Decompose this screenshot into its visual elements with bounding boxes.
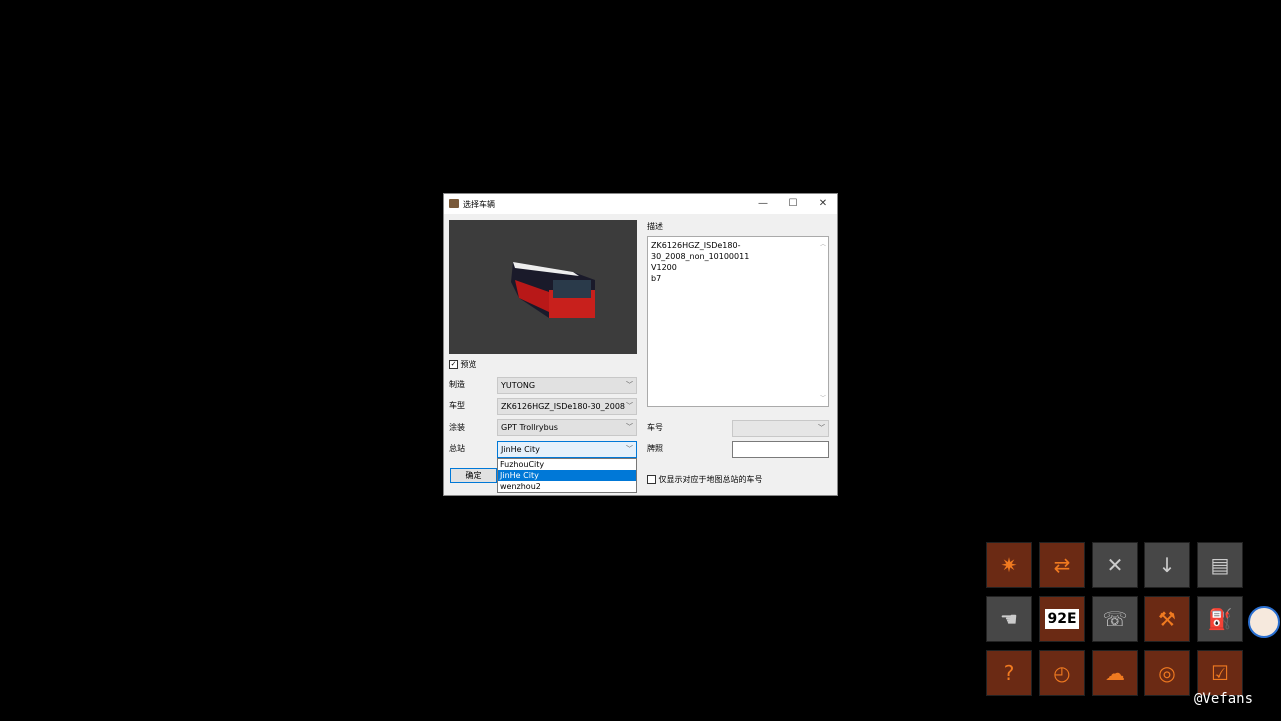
chevron-down-icon: ﹀ bbox=[626, 381, 633, 389]
app-icon bbox=[449, 199, 459, 208]
depot-option[interactable]: FuzhouCity bbox=[498, 459, 636, 470]
bus-download-icon-glyph: ↓ bbox=[1158, 553, 1176, 577]
livery-value: GPT Trollrybus bbox=[501, 423, 558, 432]
depot-select[interactable]: JinHe City ﹀ bbox=[497, 441, 637, 458]
model-select[interactable]: ZK6126HGZ_ISDe180-30_2008 ﹀ bbox=[497, 398, 637, 415]
bus-light-icon-glyph: ✷ bbox=[1000, 553, 1018, 577]
description-label: 描述 bbox=[647, 222, 663, 231]
description-line: ZK6126HGZ_ISDe180- bbox=[651, 241, 741, 250]
bus-cpu-icon[interactable]: ▤ bbox=[1197, 542, 1243, 588]
checkbox-checked-icon[interactable]: ✓ bbox=[449, 360, 458, 369]
help-arrow-icon-glyph: ? bbox=[1003, 661, 1015, 685]
bus-remove-icon-glyph: ✕ bbox=[1106, 553, 1124, 577]
bus-number-label: 车号 bbox=[647, 423, 663, 432]
depot-dropdown-list: FuzhouCity JinHe City wenzhou2 bbox=[497, 458, 637, 493]
driver-seat-icon[interactable]: ◎ bbox=[1144, 650, 1190, 696]
fuel-pump-icon-glyph: ⛽ bbox=[1207, 607, 1233, 631]
repair-tools-icon[interactable]: ⚒ bbox=[1144, 596, 1190, 642]
driver-seat-icon-glyph: ◎ bbox=[1158, 661, 1176, 685]
bus-remove-icon[interactable]: ✕ bbox=[1092, 542, 1138, 588]
close-button[interactable]: ✕ bbox=[808, 196, 838, 212]
maximize-button[interactable]: ☐ bbox=[778, 196, 808, 212]
weather-icon[interactable]: ☁ bbox=[1092, 650, 1138, 696]
plate-input[interactable] bbox=[732, 441, 829, 458]
weather-icon-glyph: ☁ bbox=[1105, 661, 1125, 685]
route-sign-icon[interactable]: 92E bbox=[1039, 596, 1085, 642]
preview-label: 预览 bbox=[460, 360, 477, 369]
clock-icon[interactable]: ◴ bbox=[1039, 650, 1085, 696]
repair-tools-icon-glyph: ⚒ bbox=[1158, 607, 1176, 631]
depot-option-selected[interactable]: JinHe City bbox=[498, 470, 636, 481]
select-vehicle-dialog: 选择车辆 — ☐ ✕ ✓ 预览 制造 YUTONG ﹀ 车型 ZK6126HGZ_… bbox=[443, 193, 838, 496]
plate-label: 牌照 bbox=[647, 444, 663, 453]
bus-number-select[interactable]: ﹀ bbox=[732, 420, 829, 437]
description-line: 30_2008_non_10100011 bbox=[651, 252, 750, 261]
dialog-title: 选择车辆 bbox=[463, 200, 495, 209]
route-sign-icon-glyph: 92E bbox=[1045, 609, 1079, 629]
manufacturer-label: 制造 bbox=[449, 380, 465, 389]
bus-light-icon[interactable]: ✷ bbox=[986, 542, 1032, 588]
bus-swap-icon-glyph: ⇄ bbox=[1053, 553, 1071, 577]
manufacturer-value: YUTONG bbox=[501, 381, 536, 390]
bus-cpu-icon-glyph: ▤ bbox=[1210, 553, 1230, 577]
avatar[interactable] bbox=[1248, 606, 1280, 638]
bus-swap-icon[interactable]: ⇄ bbox=[1039, 542, 1085, 588]
preview-checkbox[interactable]: ✓ 预览 bbox=[449, 359, 477, 370]
touch-panel-icon-glyph: ☚ bbox=[1000, 607, 1018, 631]
vehicle-preview bbox=[449, 220, 637, 354]
checklist-icon[interactable]: ☑ bbox=[1197, 650, 1243, 696]
model-label: 车型 bbox=[449, 401, 465, 410]
bus-image bbox=[511, 262, 595, 318]
description-line: V1200 bbox=[651, 263, 677, 272]
chevron-down-icon: ﹀ bbox=[626, 423, 633, 431]
scrollbar[interactable]: ︿ ﹀ bbox=[818, 237, 828, 406]
description-textarea[interactable]: ZK6126HGZ_ISDe180- 30_2008_non_10100011 … bbox=[647, 236, 829, 407]
ok-button[interactable]: 确定 bbox=[450, 468, 497, 483]
manufacturer-select[interactable]: YUTONG ﹀ bbox=[497, 377, 637, 394]
depot-option[interactable]: wenzhou2 bbox=[498, 481, 636, 492]
depot-label: 总站 bbox=[449, 444, 465, 453]
minimize-button[interactable]: — bbox=[748, 196, 778, 212]
emergency-call-icon[interactable]: ☏ bbox=[1092, 596, 1138, 642]
chevron-down-icon: ﹀ bbox=[626, 402, 633, 410]
clock-icon-glyph: ◴ bbox=[1053, 661, 1071, 685]
livery-select[interactable]: GPT Trollrybus ﹀ bbox=[497, 419, 637, 436]
fuel-pump-icon[interactable]: ⛽ bbox=[1197, 596, 1243, 642]
livery-label: 涂装 bbox=[449, 423, 465, 432]
title-bar: 选择车辆 — ☐ ✕ bbox=[444, 194, 837, 214]
filter-checkbox[interactable]: 仅显示对应于地图总站的车号 bbox=[647, 474, 763, 485]
checkbox-unchecked-icon[interactable] bbox=[647, 475, 656, 484]
bus-download-icon[interactable]: ↓ bbox=[1144, 542, 1190, 588]
chevron-down-icon: ﹀ bbox=[626, 445, 633, 453]
emergency-call-icon-glyph: ☏ bbox=[1102, 607, 1128, 631]
depot-value: JinHe City bbox=[501, 445, 540, 454]
chevron-down-icon: ﹀ bbox=[818, 424, 825, 432]
model-value: ZK6126HGZ_ISDe180-30_2008 bbox=[501, 402, 625, 411]
filter-label: 仅显示对应于地图总站的车号 bbox=[658, 475, 763, 484]
description-line: b7 bbox=[651, 274, 662, 283]
touch-panel-icon[interactable]: ☚ bbox=[986, 596, 1032, 642]
checklist-icon-glyph: ☑ bbox=[1211, 661, 1229, 685]
help-arrow-icon[interactable]: ? bbox=[986, 650, 1032, 696]
watermark: @Vefans bbox=[1194, 691, 1254, 707]
